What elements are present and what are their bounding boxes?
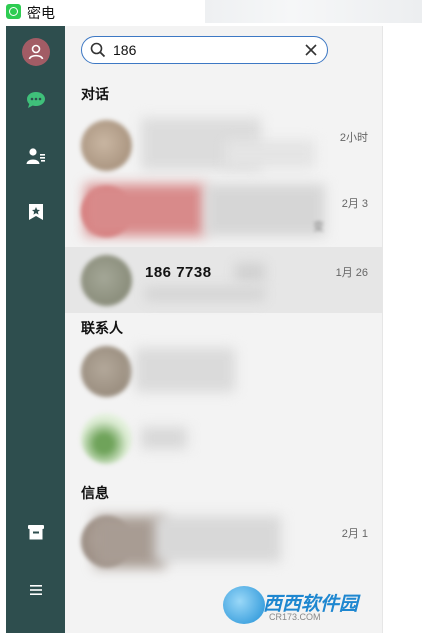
sidebar — [6, 26, 65, 633]
message-time: 2月 1 — [341, 528, 368, 540]
conversation-name: 186 7738 — [145, 264, 212, 281]
menu-button[interactable] — [22, 576, 50, 604]
chat-nav-button[interactable] — [22, 86, 50, 114]
conversation-time: 2月 3 — [341, 198, 368, 210]
contact-row[interactable] — [65, 338, 382, 404]
avatar — [81, 346, 132, 397]
redacted-text — [141, 427, 187, 449]
store-box-icon — [28, 525, 44, 540]
redacted-text — [205, 184, 325, 236]
avatar — [81, 120, 132, 171]
conversation-time: 1月 26 — [335, 267, 368, 279]
redacted-text — [225, 140, 315, 168]
avatar — [81, 255, 132, 306]
redacted-text — [135, 348, 235, 392]
watermark-logo: 西西软件园 CR173.COM — [223, 586, 413, 624]
redacted-text — [145, 287, 265, 301]
search-box[interactable]: 186 — [81, 36, 328, 64]
profile-avatar-button[interactable] — [22, 38, 50, 66]
conversation-row[interactable]: 2小时 — [65, 112, 382, 178]
redacted-text — [235, 263, 265, 281]
user-icon — [28, 44, 44, 60]
section-header-conversations: 对话 — [81, 86, 109, 102]
watermark-circle-icon — [223, 586, 265, 624]
section-header-contacts: 联系人 — [81, 320, 123, 336]
redacted-text: 变 — [313, 221, 324, 233]
conversation-row[interactable]: 2月 3 变 — [65, 178, 382, 244]
conversation-time: 2小时 — [339, 132, 368, 144]
blurred-background — [205, 0, 422, 23]
contacts-icon — [26, 148, 45, 164]
search-input[interactable]: 186 — [113, 42, 136, 58]
window-title: 密电 — [27, 5, 55, 21]
section-header-messages: 信息 — [81, 485, 109, 501]
contact-row[interactable] — [65, 405, 382, 471]
app-logo-icon — [6, 4, 21, 19]
hamburger-menu-icon — [30, 585, 42, 595]
favorites-nav-button[interactable] — [22, 198, 50, 226]
store-nav-button[interactable] — [22, 518, 50, 546]
conversation-row-selected[interactable]: 186 7738 1月 26 — [65, 247, 382, 313]
watermark-subtext: CR173.COM — [269, 612, 321, 622]
avatar — [81, 413, 132, 464]
contacts-nav-button[interactable] — [22, 142, 50, 170]
bookmark-star-icon — [29, 204, 43, 220]
redacted-text — [85, 184, 205, 236]
search-results-panel: 186 对话 2小时 2月 3 变 186 7738 1月 26 联系人 信息 — [65, 26, 382, 633]
search-icon — [90, 42, 106, 58]
title-bar: 密电 — [0, 0, 422, 23]
chat-bubble-icon — [27, 92, 45, 108]
redacted-text — [155, 516, 281, 562]
clear-search-icon[interactable] — [303, 42, 319, 58]
conversation-pane — [382, 26, 422, 633]
message-row[interactable]: 2月 1 — [65, 508, 382, 574]
